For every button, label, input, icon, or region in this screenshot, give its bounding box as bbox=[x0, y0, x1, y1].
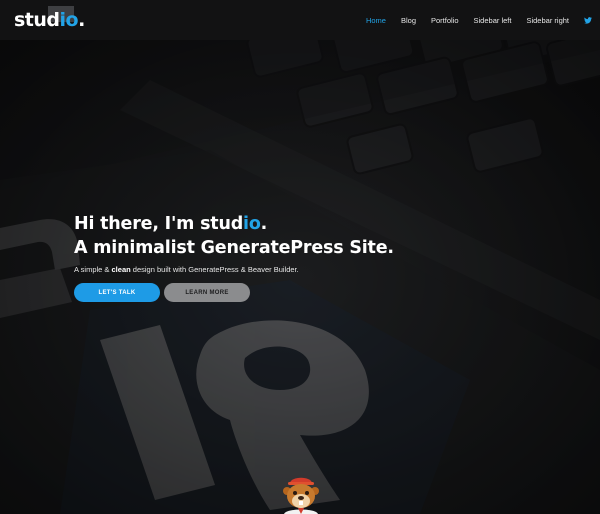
hero-heading-line2: A minimalist GeneratePress Site. bbox=[74, 238, 394, 258]
beaver-mascot-icon bbox=[283, 477, 319, 514]
twitter-icon bbox=[584, 16, 592, 24]
site-header: stud io. Home Blog Portfolio Sidebar left… bbox=[0, 0, 600, 40]
nav-item-home[interactable]: Home bbox=[366, 16, 386, 25]
hero-buttons: LET'S TALK LEARN MORE bbox=[74, 283, 494, 302]
hero-heading: Hi there, I'm studio. A minimalist Gener… bbox=[74, 212, 494, 260]
nav-item-sidebar-left[interactable]: Sidebar left bbox=[474, 16, 512, 25]
page: stud io. Home Blog Portfolio Sidebar left… bbox=[0, 0, 600, 514]
nav-item-sidebar-right[interactable]: Sidebar right bbox=[526, 16, 569, 25]
hero-subtitle: A simple & clean design built with Gener… bbox=[74, 265, 299, 274]
lets-talk-button[interactable]: LET'S TALK bbox=[74, 283, 160, 302]
logo-text-dot: . bbox=[78, 9, 85, 31]
nav-item-blog[interactable]: Blog bbox=[401, 16, 416, 25]
twitter-link[interactable] bbox=[584, 16, 592, 24]
logo-text-accent: io bbox=[59, 9, 79, 31]
learn-more-button[interactable]: LEARN MORE bbox=[164, 283, 250, 302]
hero-content: Hi there, I'm studio. A minimalist Gener… bbox=[74, 212, 494, 302]
nav-item-portfolio[interactable]: Portfolio bbox=[431, 16, 459, 25]
hero-heading-line1: Hi there, I'm studio. bbox=[74, 214, 268, 234]
main-navigation: Home Blog Portfolio Sidebar left Sidebar… bbox=[366, 0, 592, 40]
logo-text-main: stud bbox=[14, 9, 60, 31]
site-logo[interactable]: stud io. bbox=[14, 6, 85, 34]
